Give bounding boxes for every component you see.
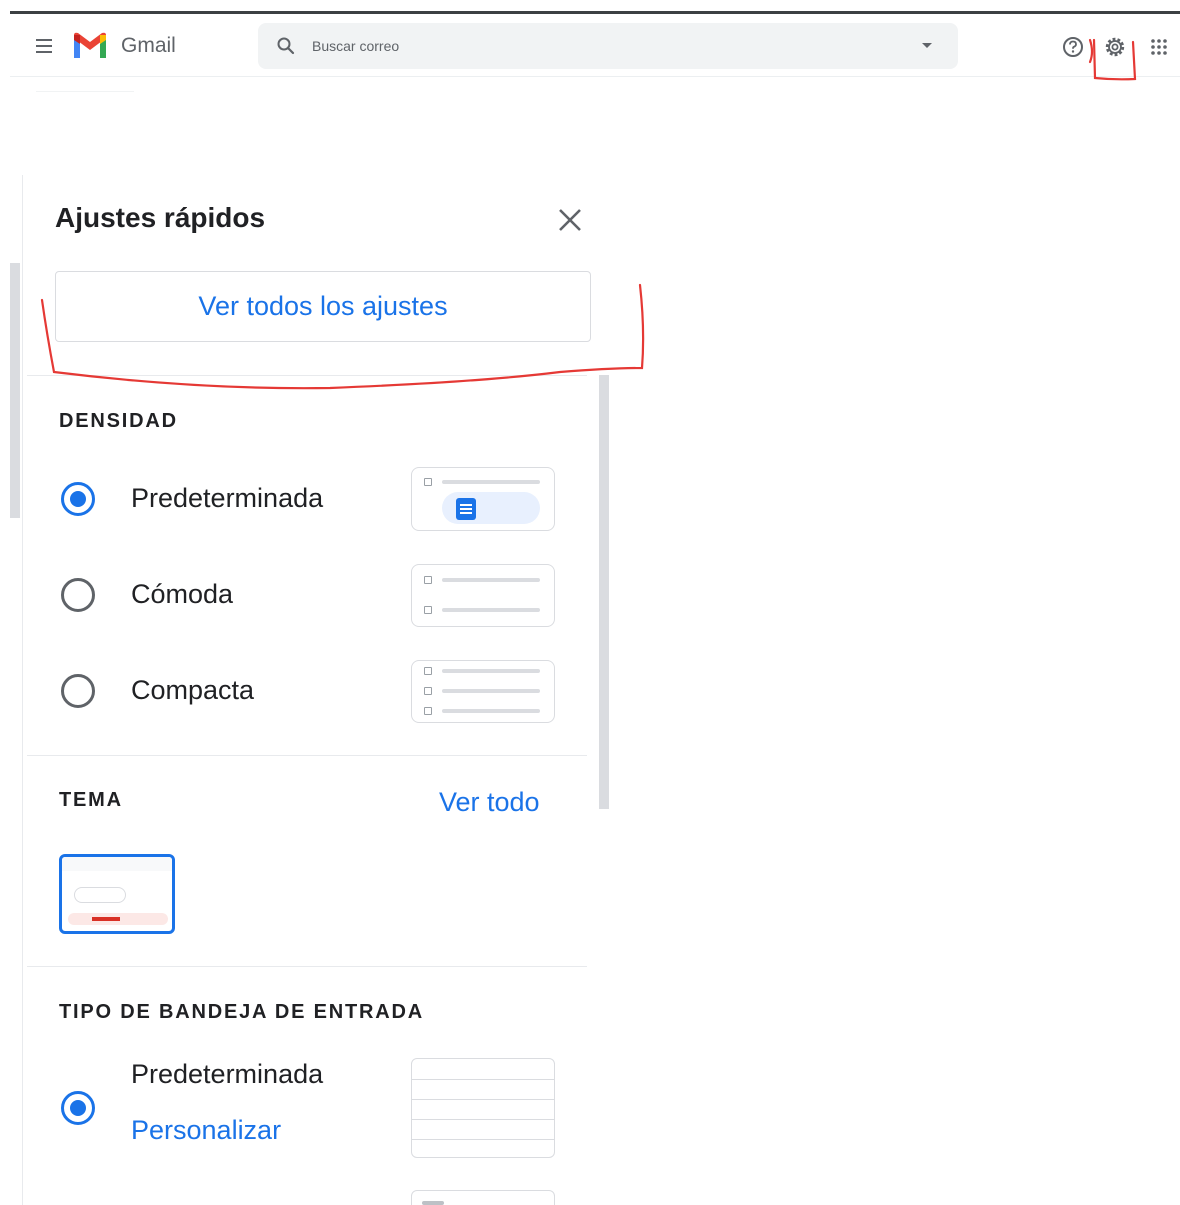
inbox-customize-link[interactable]: Personalizar [131,1115,281,1146]
help-icon[interactable] [1062,36,1084,58]
theme-see-all-link[interactable]: Ver todo [439,787,540,818]
density-comfortable-preview [411,564,555,627]
inbox-next-preview [411,1190,555,1205]
panel-scrollbar[interactable] [599,375,609,809]
inbox-default-label[interactable]: Predeterminada [131,1059,323,1090]
close-icon[interactable] [555,205,585,235]
search-bar[interactable] [258,23,958,69]
page-scrollbar[interactable] [10,263,20,518]
app-header: Gmail [10,14,1180,77]
app-name: Gmail [121,34,176,57]
document-icon [456,498,476,520]
density-compact-label[interactable]: Compacta [131,675,254,706]
theme-section-title: TEMA [59,789,123,811]
menu-icon[interactable] [34,38,54,54]
density-default-label[interactable]: Predeterminada [131,483,323,514]
density-compact-radio[interactable] [61,674,95,708]
theme-thumbnail[interactable] [59,854,175,934]
divider [36,91,134,92]
density-comfortable-radio[interactable] [61,578,95,612]
divider [27,966,587,967]
panel-title: Ajustes rápidos [55,202,266,233]
see-all-settings-button[interactable]: Ver todos los ajustes [55,271,591,342]
density-compact-preview [411,660,555,723]
gmail-settings-screen: Gmail Buscar correo Ajustes rápidos Ver … [0,0,1180,1205]
divider [27,375,587,376]
divider [27,755,587,756]
search-options-dropdown-icon[interactable] [922,43,932,48]
gmail-logo[interactable] [72,32,108,60]
density-default-preview [411,467,555,531]
density-section-title: DENSIDAD [59,410,178,432]
quick-settings-panel: Ajustes rápidos Ver todos los ajustes DE… [22,175,609,1205]
density-default-radio[interactable] [61,482,95,516]
search-icon[interactable] [276,36,296,56]
inbox-default-preview [411,1058,555,1158]
apps-icon[interactable] [1150,38,1168,56]
inbox-default-radio[interactable] [61,1091,95,1125]
inbox-type-section-title: TIPO DE BANDEJA DE ENTRADA [59,1001,424,1023]
gear-icon[interactable] [1104,36,1126,58]
density-comfortable-label[interactable]: Cómoda [131,579,233,610]
search-input[interactable] [312,34,892,58]
